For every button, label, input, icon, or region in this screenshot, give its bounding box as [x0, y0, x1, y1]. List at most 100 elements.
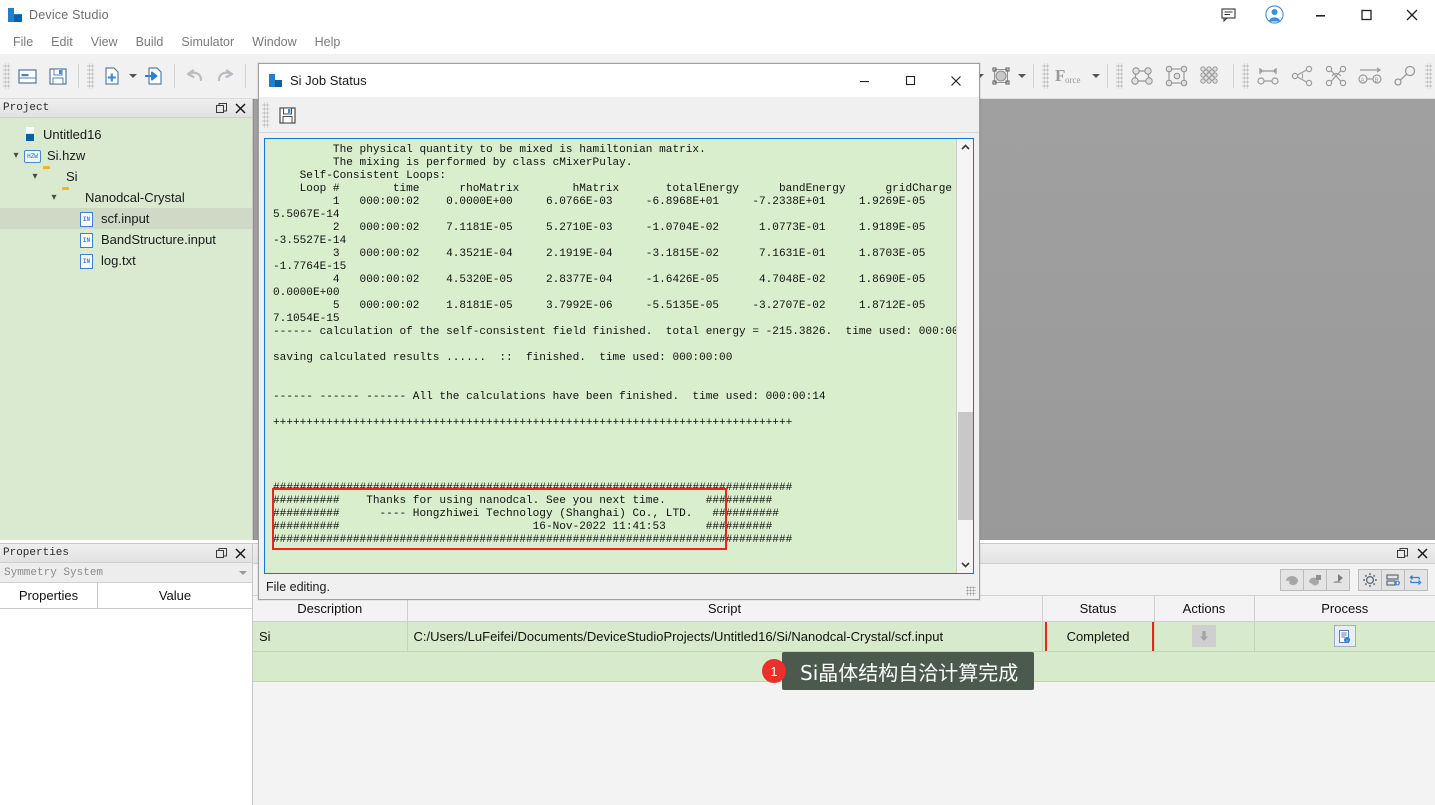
- molecule-icon[interactable]: [1126, 61, 1160, 91]
- tree-item-si[interactable]: ▾ Si: [0, 166, 252, 187]
- toolbar-grip[interactable]: [3, 63, 10, 89]
- tree-item-label: Si.hzw: [47, 148, 85, 163]
- scroll-up-icon[interactable]: [957, 139, 974, 156]
- dropdown-caret-icon[interactable]: [1090, 61, 1102, 91]
- force-icon[interactable]: Force: [1052, 61, 1090, 91]
- dialog-minimize-icon[interactable]: [841, 64, 887, 97]
- col-header-process[interactable]: Process: [1254, 596, 1435, 621]
- tree-twisty-expanded[interactable]: ▾: [27, 171, 43, 182]
- save-log-icon[interactable]: [272, 100, 302, 130]
- unit-cell-icon[interactable]: [1160, 61, 1194, 91]
- float-panel-icon[interactable]: [216, 103, 227, 114]
- toolbar-grip[interactable]: [1116, 63, 1123, 89]
- log-output-text: The physical quantity to be mixed is ham…: [265, 139, 956, 573]
- supercell-icon[interactable]: [1194, 61, 1228, 91]
- view-log-icon[interactable]: i: [1334, 625, 1356, 647]
- tree-item-untitled16[interactable]: Untitled16: [0, 124, 252, 145]
- float-panel-icon[interactable]: [1397, 548, 1408, 559]
- menu-build[interactable]: Build: [127, 32, 173, 52]
- tree-twisty-expanded[interactable]: ▾: [8, 150, 24, 161]
- log-highlight-text: ########################################…: [273, 482, 792, 546]
- col-header-actions[interactable]: Actions: [1154, 596, 1254, 621]
- bond-icon[interactable]: [1388, 61, 1422, 91]
- menu-edit[interactable]: Edit: [42, 32, 82, 52]
- dropdown-caret-icon[interactable]: [127, 61, 139, 91]
- close-panel-icon[interactable]: [1417, 548, 1428, 559]
- open-folder-icon[interactable]: [13, 61, 43, 91]
- log-output-container[interactable]: The physical quantity to be mixed is ham…: [264, 138, 974, 574]
- dialog-close-icon[interactable]: [933, 64, 979, 97]
- window-titlebar: Device Studio: [0, 0, 1435, 29]
- menu-window[interactable]: Window: [243, 32, 305, 52]
- toolbar-grip[interactable]: [1042, 63, 1049, 89]
- properties-panel-title: Properties: [3, 547, 69, 559]
- col-header-status[interactable]: Status: [1042, 596, 1154, 621]
- project-panel: Project Untitled16 ▾ HZW Si.hzw: [0, 99, 253, 540]
- measure-distance-icon[interactable]: [1252, 61, 1286, 91]
- measure-angle-icon[interactable]: [1286, 61, 1320, 91]
- menu-view[interactable]: View: [82, 32, 127, 52]
- device-studio-logo-icon: [269, 74, 282, 87]
- stop-job-icon[interactable]: [1326, 569, 1350, 591]
- tree-item-label: scf.input: [101, 211, 149, 226]
- scrollbar-track[interactable]: [957, 156, 974, 556]
- app-title: Device Studio: [29, 8, 109, 22]
- minimize-icon[interactable]: [1297, 0, 1343, 29]
- tree-item-bandstructure-input[interactable]: IN BandStructure.input: [0, 229, 252, 250]
- dialog-status-text: File editing.: [266, 580, 330, 594]
- account-icon[interactable]: [1251, 0, 1297, 29]
- tree-item-label: Untitled16: [43, 127, 102, 142]
- tree-item-si-hzw[interactable]: ▾ HZW Si.hzw: [0, 145, 252, 166]
- project-panel-title: Project: [3, 102, 49, 114]
- tree-twisty-expanded[interactable]: ▾: [46, 192, 62, 203]
- menu-simulator[interactable]: Simulator: [172, 32, 243, 52]
- dialog-titlebar[interactable]: Si Job Status: [259, 64, 979, 97]
- settings-gear-icon[interactable]: [1358, 569, 1382, 591]
- dialog-maximize-icon[interactable]: [887, 64, 933, 97]
- tree-item-log-txt[interactable]: IN log.txt: [0, 250, 252, 271]
- toolbar-grip[interactable]: [262, 102, 269, 128]
- run-local-icon[interactable]: [1280, 569, 1304, 591]
- si-job-status-dialog: Si Job Status The physica: [258, 63, 980, 600]
- tree-item-scf-input[interactable]: IN scf.input: [0, 208, 252, 229]
- chevron-down-icon[interactable]: [239, 571, 247, 575]
- menu-file[interactable]: File: [4, 32, 42, 52]
- svg-text:B: B: [1375, 78, 1379, 84]
- svg-text:A: A: [1361, 78, 1365, 84]
- close-panel-icon[interactable]: [235, 548, 246, 559]
- download-arrow-icon[interactable]: [1192, 625, 1216, 647]
- maximize-icon[interactable]: [1343, 0, 1389, 29]
- scrollbar-thumb[interactable]: [958, 412, 973, 520]
- server-config-icon[interactable]: [1381, 569, 1405, 591]
- tree-item-nanodcal-crystal[interactable]: ▾ Nanodcal-Crystal: [0, 187, 252, 208]
- close-icon[interactable]: [1389, 0, 1435, 29]
- refresh-icon[interactable]: [1404, 569, 1428, 591]
- menu-help[interactable]: Help: [306, 32, 350, 52]
- export-file-icon[interactable]: [139, 61, 169, 91]
- folder-icon: [43, 169, 61, 185]
- toolbar-grip[interactable]: [1425, 63, 1432, 89]
- run-remote-icon[interactable]: [1303, 569, 1327, 591]
- vector-icon[interactable]: AB: [1354, 61, 1388, 91]
- dropdown-caret-icon[interactable]: [1016, 61, 1028, 91]
- dialog-resize-grip[interactable]: [966, 586, 976, 596]
- close-panel-icon[interactable]: [235, 103, 246, 114]
- measure-torsion-icon[interactable]: [1320, 61, 1354, 91]
- cell-actions: [1154, 621, 1254, 651]
- undo-icon[interactable]: [180, 61, 210, 91]
- device-studio-logo-icon: [8, 8, 22, 22]
- toolbar-grip[interactable]: [87, 63, 94, 89]
- feedback-icon[interactable]: [1205, 0, 1251, 29]
- save-icon[interactable]: [43, 61, 73, 91]
- select-object-icon[interactable]: [986, 61, 1016, 91]
- toolbar-grip[interactable]: [1242, 63, 1249, 89]
- scroll-down-icon[interactable]: [957, 556, 974, 573]
- table-row[interactable]: Si C:/Users/LuFeifei/Documents/DeviceStu…: [253, 621, 1435, 651]
- new-file-icon[interactable]: [97, 61, 127, 91]
- cell-process: i: [1254, 621, 1435, 651]
- redo-icon[interactable]: [210, 61, 240, 91]
- float-panel-icon[interactable]: [216, 548, 227, 559]
- symmetry-system-select[interactable]: Symmetry System: [0, 563, 252, 583]
- log-scrollbar[interactable]: [956, 139, 973, 573]
- cell-status: Completed: [1042, 621, 1154, 651]
